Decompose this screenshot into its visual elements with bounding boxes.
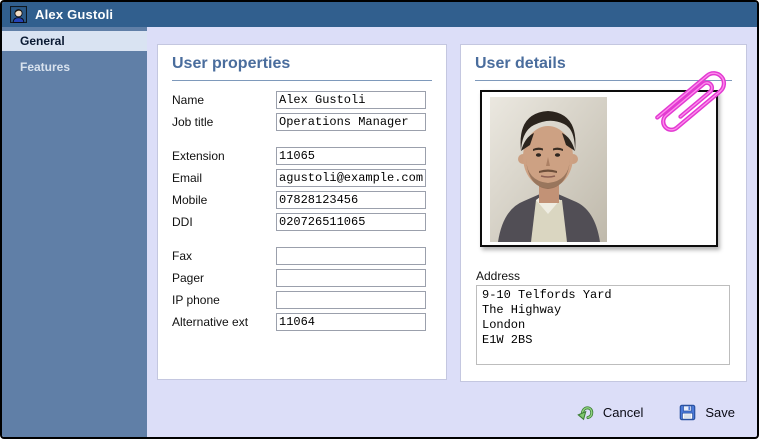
heading-divider <box>475 80 732 81</box>
field-row-fax: Fax <box>172 247 432 265</box>
user-photo <box>490 97 607 242</box>
field-group-1: Name Job title <box>172 91 432 131</box>
field-row-extension: Extension <box>172 147 432 165</box>
field-label-ddi: DDI <box>172 215 193 229</box>
heading-divider <box>172 80 432 81</box>
user-dialog-window: Alex Gustoli General Features User prope… <box>0 0 759 439</box>
alternative-ext-input[interactable] <box>276 313 426 331</box>
field-row-pager: Pager <box>172 269 432 287</box>
field-row-alternative-ext: Alternative ext <box>172 313 432 331</box>
name-input[interactable] <box>276 91 426 109</box>
user-properties-panel: User properties Name Job title Extension Em… <box>157 44 447 380</box>
undo-arrow-icon <box>577 406 594 421</box>
save-button-label: Save <box>705 405 735 420</box>
user-properties-form: Name Job title Extension Email Mobile DDI Fax P… <box>172 91 432 331</box>
field-row-name: Name <box>172 91 432 109</box>
save-button[interactable]: Save <box>679 404 735 421</box>
field-label-job-title: Job title <box>172 115 214 129</box>
sidebar-item-features[interactable]: Features <box>2 57 147 77</box>
user-photo-card[interactable] <box>480 90 718 247</box>
mobile-input[interactable] <box>276 191 426 209</box>
field-row-ddi: DDI <box>172 213 432 231</box>
user-details-title: User details <box>475 55 566 72</box>
field-row-ip-phone: IP phone <box>172 291 432 309</box>
sidebar: General Features <box>2 27 147 437</box>
extension-input[interactable] <box>276 147 426 165</box>
field-label-alternative-ext: Alternative ext <box>172 315 249 329</box>
user-properties-title: User properties <box>172 55 291 72</box>
field-label-fax: Fax <box>172 249 193 263</box>
pager-input[interactable] <box>276 269 426 287</box>
ddi-input[interactable] <box>276 213 426 231</box>
address-textarea[interactable]: 9-10 Telfords Yard The Highway London E1… <box>476 285 730 365</box>
sidebar-item-general[interactable]: General <box>2 31 147 51</box>
window-title: Alex Gustoli <box>35 7 114 22</box>
field-label-ip-phone: IP phone <box>172 293 220 307</box>
cancel-button[interactable]: Cancel <box>577 404 643 421</box>
field-row-job-title: Job title <box>172 113 432 131</box>
field-label-mobile: Mobile <box>172 193 208 207</box>
field-label-pager: Pager <box>172 271 205 285</box>
address-label: Address <box>476 269 521 283</box>
floppy-disk-icon <box>680 404 696 421</box>
field-group-3: Fax Pager IP phone Alternative ext <box>172 247 432 331</box>
field-label-email: Email <box>172 171 203 185</box>
fax-input[interactable] <box>276 247 426 265</box>
ip-phone-input[interactable] <box>276 291 426 309</box>
field-group-2: Extension Email Mobile DDI <box>172 147 432 231</box>
field-label-extension: Extension <box>172 149 225 163</box>
user-details-panel: User details Address 9-10 Telfords Yard … <box>460 44 747 382</box>
cancel-button-label: Cancel <box>602 405 644 420</box>
job-title-input[interactable] <box>276 113 426 131</box>
field-row-mobile: Mobile <box>172 191 432 209</box>
person-icon <box>10 6 27 23</box>
field-row-email: Email <box>172 169 432 187</box>
field-label-name: Name <box>172 93 205 107</box>
titlebar: Alex Gustoli <box>2 2 757 27</box>
email-input[interactable] <box>276 169 426 187</box>
footer-actions: Cancel Save <box>577 404 735 421</box>
